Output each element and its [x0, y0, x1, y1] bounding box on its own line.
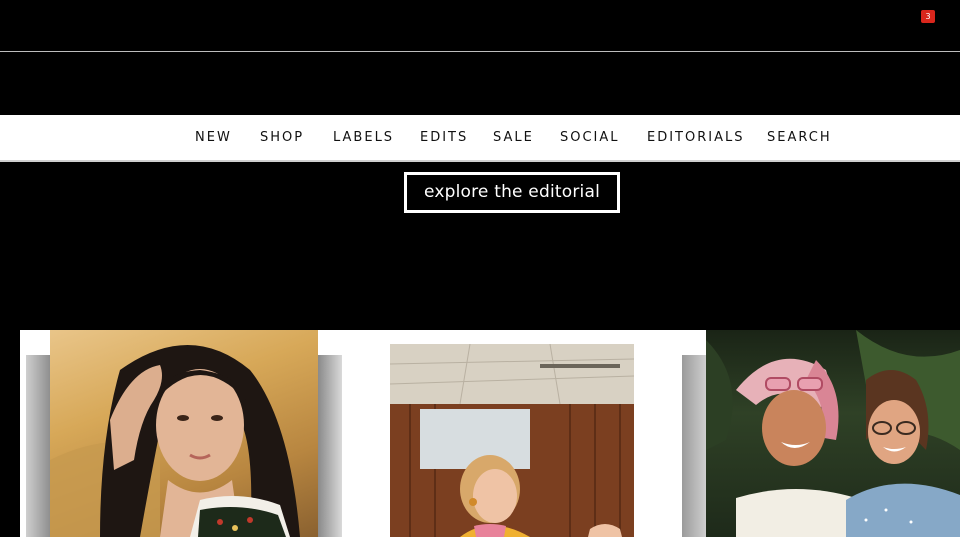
- editorial-slide[interactable]: [342, 330, 706, 537]
- editorial-slide[interactable]: [706, 330, 960, 537]
- editorial-photo: [390, 344, 634, 537]
- top-bar: 3: [0, 0, 960, 52]
- cart-count-badge: 3: [921, 10, 935, 23]
- nav-item-shop[interactable]: SHOP: [260, 115, 304, 160]
- slide-edge-image: [682, 355, 706, 537]
- nav-item-labels[interactable]: LABELS: [333, 115, 394, 160]
- nav-item-social[interactable]: SOCIAL: [560, 115, 620, 160]
- nav-item-new[interactable]: NEW: [195, 115, 232, 160]
- slide-edge-image: [26, 355, 50, 537]
- model-interior-illustration: [390, 344, 634, 537]
- nav-item-editorials[interactable]: EDITORIALS: [647, 115, 745, 160]
- editorial-photo: [50, 330, 318, 537]
- model-portrait-illustration: [50, 345, 300, 537]
- models-garden-illustration: [706, 330, 960, 537]
- nav-item-search[interactable]: SEARCH: [767, 115, 832, 160]
- logo-band: [0, 52, 960, 115]
- cart-button[interactable]: 3: [904, 9, 936, 31]
- main-navigation: NEW SHOP LABELS EDITS SALE SOCIAL EDITOR…: [0, 115, 960, 162]
- editorial-slide[interactable]: [20, 330, 342, 537]
- editorial-carousel: [20, 330, 960, 537]
- slide-edge-image: [318, 355, 342, 537]
- nav-item-edits[interactable]: EDITS: [420, 115, 468, 160]
- explore-editorial-button[interactable]: explore the editorial: [404, 172, 620, 213]
- nav-item-sale[interactable]: SALE: [493, 115, 534, 160]
